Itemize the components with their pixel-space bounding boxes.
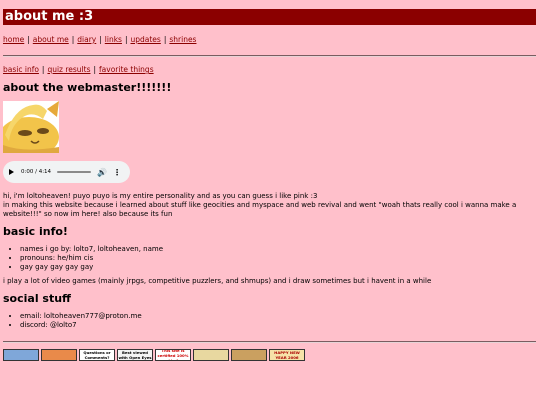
web-badge[interactable]: Best viewed with Open Eyes bbox=[117, 349, 153, 361]
more-options-icon[interactable]: ⋮ bbox=[113, 168, 121, 177]
main-nav: home | about me | diary | links | updates | shrine… bbox=[3, 35, 196, 44]
list-item: discord: @lolto7 bbox=[20, 321, 142, 330]
section-nav: basic info | quiz results | favorite things bbox=[3, 65, 154, 74]
nav-link-updates[interactable]: updates bbox=[130, 35, 160, 44]
audio-player: 0:00 / 4:14 🔊 ⋮ bbox=[3, 161, 130, 183]
nav-separator: | bbox=[27, 35, 30, 44]
nav-link-home[interactable]: home bbox=[3, 35, 24, 44]
nav-link-diary[interactable]: diary bbox=[77, 35, 96, 44]
list-item: pronouns: he/him cis bbox=[20, 254, 163, 263]
web-badge[interactable] bbox=[231, 349, 267, 361]
gaming-text: i play a lot of video games (mainly jrpg… bbox=[3, 277, 432, 285]
web-badge[interactable]: This site is certified 100% cookie free bbox=[155, 349, 191, 361]
divider bbox=[3, 55, 536, 57]
button-badges: Questions or Comments? Best viewed with O… bbox=[3, 349, 305, 361]
subnav-link-quiz-results[interactable]: quiz results bbox=[47, 65, 90, 74]
page-title: about me :3 bbox=[3, 9, 536, 25]
social-list: email: loltoheaven777@proton.me discord:… bbox=[3, 312, 142, 330]
web-badge[interactable] bbox=[3, 349, 39, 361]
nav-separator: | bbox=[93, 65, 97, 74]
nav-link-links[interactable]: links bbox=[105, 35, 122, 44]
intro-line: in making this website because i learned… bbox=[3, 201, 517, 218]
subnav-link-basic-info[interactable]: basic info bbox=[3, 65, 39, 74]
divider bbox=[3, 341, 536, 343]
volume-icon[interactable]: 🔊 bbox=[97, 168, 107, 177]
basic-info-list: names i go by: lolto7, loltoheaven, name… bbox=[3, 245, 163, 272]
nav-separator: | bbox=[99, 35, 102, 44]
web-badge[interactable] bbox=[41, 349, 77, 361]
basic-info-heading: basic info! bbox=[3, 225, 68, 238]
webmaster-heading: about the webmaster!!!!!!! bbox=[3, 81, 172, 94]
intro-text: hi, i'm loltoheaven! puyo puyo is my ent… bbox=[3, 192, 533, 219]
list-item: email: loltoheaven777@proton.me bbox=[20, 312, 142, 321]
list-item: gay gay gay gay gay bbox=[20, 263, 163, 272]
subnav-link-favorite-things[interactable]: favorite things bbox=[99, 65, 154, 74]
avatar-image bbox=[3, 101, 59, 153]
web-badge[interactable] bbox=[193, 349, 229, 361]
yellow-creature-icon bbox=[3, 101, 59, 153]
web-badge[interactable]: Questions or Comments? bbox=[79, 349, 115, 361]
nav-link-about-me[interactable]: about me bbox=[33, 35, 69, 44]
audio-progress-slider[interactable] bbox=[57, 171, 92, 173]
intro-line: hi, i'm loltoheaven! puyo puyo is my ent… bbox=[3, 192, 318, 200]
list-item: names i go by: lolto7, loltoheaven, name bbox=[20, 245, 163, 254]
nav-link-shrines[interactable]: shrines bbox=[169, 35, 196, 44]
audio-time: 0:00 / 4:14 bbox=[21, 169, 52, 175]
social-heading: social stuff bbox=[3, 292, 71, 305]
web-badge[interactable]: HAPPY NEW YEAR 2006 bbox=[269, 349, 305, 361]
play-icon[interactable] bbox=[9, 169, 14, 175]
nav-separator: | bbox=[71, 35, 75, 44]
